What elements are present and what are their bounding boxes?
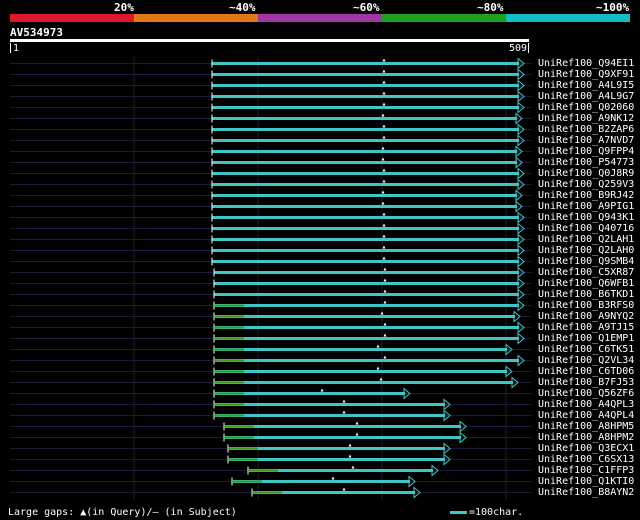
query-gap-marker: [351, 465, 355, 469]
query-gap-marker: [320, 388, 324, 392]
hit-label[interactable]: UniRef100_Q943K1: [538, 212, 634, 223]
query-gap-marker: [382, 80, 386, 84]
query-gap-marker: [383, 267, 387, 271]
scale-legend: =100char.: [450, 507, 523, 518]
hit-label[interactable]: UniRef100_A4L9I5: [538, 80, 634, 91]
hit-label[interactable]: UniRef100_B7FJ53: [538, 377, 634, 388]
query-gap-marker: [383, 322, 387, 326]
hit-label[interactable]: UniRef100_A9PIG1: [538, 201, 634, 212]
hit-label[interactable]: UniRef100_B8AYN2: [538, 487, 634, 498]
hit-label[interactable]: UniRef100_Q56ZF6: [538, 388, 634, 399]
hit-label[interactable]: UniRef100_B3RFS0: [538, 300, 634, 311]
hit-label[interactable]: UniRef100_A9NYQ2: [538, 311, 634, 322]
query-gap-marker: [382, 124, 386, 128]
hit-label[interactable]: UniRef100_A8HPM2: [538, 432, 634, 443]
query-gap-marker: [382, 135, 386, 139]
hit-label[interactable]: UniRef100_C6TK51: [538, 344, 634, 355]
query-gap-marker: [383, 278, 387, 282]
query-gap-marker: [376, 366, 380, 370]
hit-label[interactable]: UniRef100_Q1EMP1: [538, 333, 634, 344]
query-gap-marker: [382, 58, 386, 62]
hit-label[interactable]: UniRef100_Q259V3: [538, 179, 634, 190]
query-gap-marker: [342, 487, 346, 491]
query-gap-marker: [342, 410, 346, 414]
query-gap-marker: [382, 234, 386, 238]
hit-label[interactable]: UniRef100_Q2LAH1: [538, 234, 634, 245]
hit-label[interactable]: UniRef100_Q2LAH0: [538, 245, 634, 256]
hit-label[interactable]: UniRef100_Q94EI1: [538, 58, 634, 69]
hit-label[interactable]: UniRef100_Q40716: [538, 223, 634, 234]
query-gap-marker: [383, 355, 387, 359]
hit-label[interactable]: UniRef100_C6SX13: [538, 454, 634, 465]
hit-label[interactable]: UniRef100_B6TKD1: [538, 289, 634, 300]
query-gap-marker: [382, 256, 386, 260]
hit-label[interactable]: UniRef100_A7NVD7: [538, 135, 634, 146]
hit-label[interactable]: UniRef100_Q9XF91: [538, 69, 634, 80]
hit-label[interactable]: UniRef100_C5XR87: [538, 267, 634, 278]
hit-label[interactable]: UniRef100_P54773: [538, 157, 634, 168]
query-gap-marker: [355, 432, 359, 436]
query-gap-marker: [383, 300, 387, 304]
hit-label[interactable]: UniRef100_Q2VL34: [538, 355, 634, 366]
query-gap-marker: [382, 69, 386, 73]
query-gap-marker: [348, 443, 352, 447]
query-gap-marker: [383, 289, 387, 293]
hit-label[interactable]: UniRef100_A4QPL4: [538, 410, 634, 421]
query-gap-marker: [382, 179, 386, 183]
hit-label[interactable]: UniRef100_C1FFP3: [538, 465, 634, 476]
hit-label[interactable]: UniRef100_Q02060: [538, 102, 634, 113]
query-gap-marker: [382, 223, 386, 227]
query-gap-marker: [355, 421, 359, 425]
hit-label[interactable]: UniRef100_B9RJ42: [538, 190, 634, 201]
hit-label[interactable]: UniRef100_A9TJ15: [538, 322, 634, 333]
hit-label[interactable]: UniRef100_B2ZAP6: [538, 124, 634, 135]
hit-label[interactable]: UniRef100_Q9FPP4: [538, 146, 634, 157]
query-gap-marker: [382, 245, 386, 249]
hit-label[interactable]: UniRef100_Q1KTI0: [538, 476, 634, 487]
hit-label[interactable]: UniRef100_Q0J8R9: [538, 168, 634, 179]
hit-label[interactable]: UniRef100_Q9SMB4: [538, 256, 634, 267]
query-gap-marker: [376, 344, 380, 348]
query-gap-marker: [380, 311, 384, 315]
query-gap-marker: [382, 168, 386, 172]
hit-label[interactable]: UniRef100_Q3ECX1: [538, 443, 634, 454]
query-gap-marker: [382, 212, 386, 216]
query-gap-marker: [383, 333, 387, 337]
query-gap-marker: [331, 476, 335, 480]
scale-swatch: [450, 510, 467, 514]
hit-label[interactable]: UniRef100_C6TD06: [538, 366, 634, 377]
gap-legend: Large gaps: ▲(in Query)/— (in Subject): [8, 507, 237, 518]
hit-label[interactable]: UniRef100_A4L9G7: [538, 91, 634, 102]
query-gap-marker: [348, 454, 352, 458]
query-gap-marker: [342, 399, 346, 403]
scale-legend-label: =100char.: [469, 507, 524, 518]
query-gap-marker: [382, 91, 386, 95]
hit-label[interactable]: UniRef100_A9NK12: [538, 113, 634, 124]
hit-label[interactable]: UniRef100_Q6WFB1: [538, 278, 634, 289]
hit-label[interactable]: UniRef100_A8HPM5: [538, 421, 634, 432]
hit-label[interactable]: UniRef100_A4QPL3: [538, 399, 634, 410]
query-gap-marker: [382, 102, 386, 106]
